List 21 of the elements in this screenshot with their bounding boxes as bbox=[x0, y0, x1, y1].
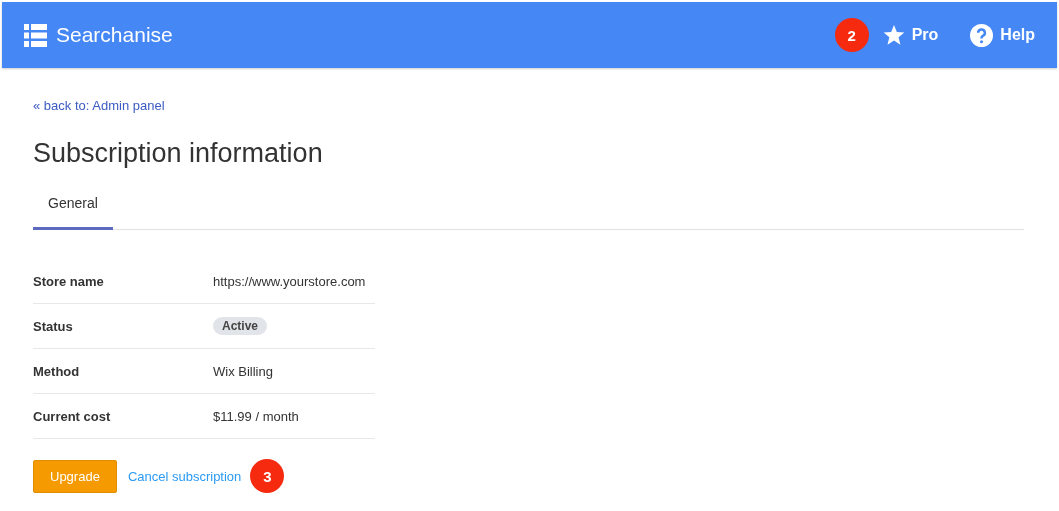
field-value: Wix Billing bbox=[213, 363, 273, 379]
brand-name: Searchanise bbox=[56, 23, 173, 47]
field-label: Method bbox=[33, 363, 81, 379]
help-link[interactable]: Help bbox=[970, 23, 1035, 47]
field-value: https://www.yourstore.com bbox=[213, 273, 366, 289]
back-link[interactable]: « back to: Admin panel bbox=[33, 98, 165, 113]
step-marker: 2 bbox=[834, 18, 869, 52]
pro-link[interactable]: Pro bbox=[882, 24, 939, 46]
step-marker: 3 bbox=[250, 459, 285, 493]
field-label: Current cost bbox=[33, 408, 112, 424]
field-label: Status bbox=[33, 318, 74, 334]
upgrade-button[interactable]: Upgrade bbox=[33, 459, 117, 493]
status-badge: Active bbox=[213, 317, 268, 335]
help-icon bbox=[970, 23, 994, 47]
star-icon bbox=[882, 24, 905, 46]
logo-icon bbox=[24, 23, 47, 47]
page-title: Subscription information bbox=[33, 138, 324, 169]
field-value: $11.99 / month bbox=[213, 408, 299, 424]
tab[interactable]: General bbox=[33, 195, 113, 230]
cancel-subscription-link[interactable]: Cancel subscription bbox=[127, 468, 242, 484]
field-label: Store name bbox=[33, 273, 105, 289]
